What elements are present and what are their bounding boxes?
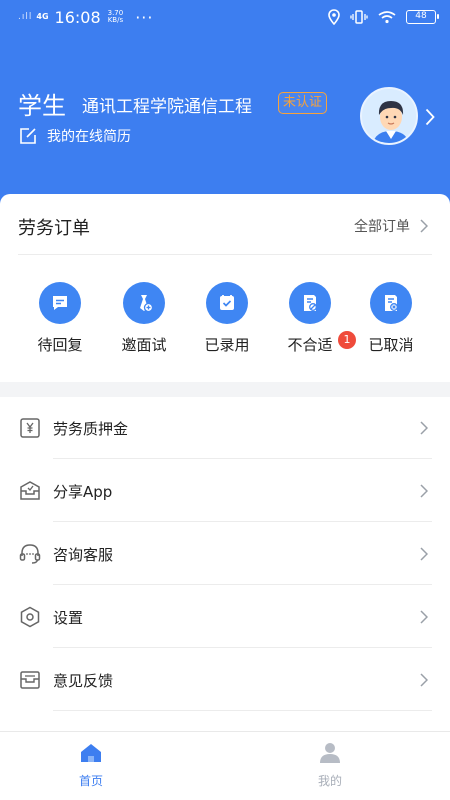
- chevron-right-icon: [420, 547, 428, 561]
- vibrate-icon: [350, 10, 368, 24]
- profile-school: 通讯工程学院通信工程: [82, 97, 252, 117]
- chevron-right-icon: [420, 610, 428, 624]
- online-resume-link[interactable]: 我的在线简历: [19, 126, 131, 146]
- check-doc-icon: [206, 282, 248, 324]
- network-type: 4G: [36, 12, 49, 21]
- network-speed: 3.70 KB/s: [107, 9, 124, 24]
- chevron-right-icon: [420, 421, 428, 435]
- settings-icon: [20, 606, 40, 628]
- order-status-interview-invite[interactable]: 邀面试: [103, 282, 185, 355]
- profile-name: 学生: [18, 92, 66, 120]
- tab-mine[interactable]: 我的: [290, 742, 370, 789]
- location-icon: [328, 9, 340, 25]
- menu-item-customer-service[interactable]: 咨询客服: [0, 523, 450, 585]
- status-time: 16:08: [54, 7, 101, 27]
- all-orders-link[interactable]: 全部订单: [354, 216, 428, 236]
- chat-icon: [39, 282, 81, 324]
- menu-item-share-app[interactable]: 分享App: [0, 460, 450, 522]
- status-bar: .ıll 4G 16:08 3.70 KB/s ··· 48: [0, 0, 450, 34]
- wifi-icon: [378, 11, 396, 24]
- divider: [53, 521, 432, 522]
- divider: [53, 710, 432, 711]
- home-icon: [81, 744, 101, 762]
- divider: [53, 647, 432, 648]
- menu-list: 劳务质押金 分享App 咨询客服 设置 意见反馈: [0, 397, 450, 731]
- bottom-tab-bar: 首页 我的: [0, 731, 450, 800]
- order-status-unsuitable[interactable]: 1 不合适: [269, 282, 356, 355]
- feedback-icon: [20, 671, 40, 689]
- menu-item-settings[interactable]: 设置: [0, 586, 450, 648]
- order-status-cancelled[interactable]: 已取消: [350, 282, 432, 355]
- cancel-doc-icon: [370, 282, 412, 324]
- verification-badge[interactable]: 未认证: [278, 92, 328, 114]
- edit-icon: [20, 128, 36, 144]
- menu-item-labor-deposit[interactable]: 劳务质押金: [0, 397, 450, 459]
- chevron-right-icon: [420, 673, 428, 687]
- profile-header: .ıll 4G 16:08 3.70 KB/s ··· 48 学生 通讯工程学院…: [0, 0, 450, 210]
- share-icon: [20, 481, 40, 500]
- order-status-hired[interactable]: 已录用: [186, 282, 268, 355]
- invite-icon: [123, 282, 165, 324]
- orders-title: 劳务订单: [18, 218, 90, 239]
- order-status-pending-reply[interactable]: 待回复: [19, 282, 101, 355]
- student-avatar-icon[interactable]: [360, 87, 418, 145]
- menu-item-feedback[interactable]: 意见反馈: [0, 649, 450, 711]
- resume-label: 我的在线简历: [47, 129, 131, 145]
- tab-home[interactable]: 首页: [51, 742, 131, 789]
- divider: [53, 584, 432, 585]
- chevron-right-icon: [420, 484, 428, 498]
- yuan-icon: [20, 418, 40, 438]
- profile-chevron-icon[interactable]: [425, 108, 435, 126]
- headset-icon: [19, 544, 41, 564]
- more-dots-icon: ···: [135, 7, 154, 27]
- reject-doc-icon: 1: [289, 282, 356, 349]
- divider: [53, 458, 432, 459]
- divider: [18, 254, 432, 255]
- chevron-right-icon: [420, 219, 428, 233]
- signal-icon: .ıll: [18, 12, 33, 22]
- user-icon: [320, 743, 340, 763]
- battery-icon: 48: [406, 10, 439, 24]
- orders-card: 劳务订单 全部订单 待回复 邀面试 已录用 1 不合适 已取消: [0, 194, 450, 382]
- all-orders-label: 全部订单: [354, 219, 410, 235]
